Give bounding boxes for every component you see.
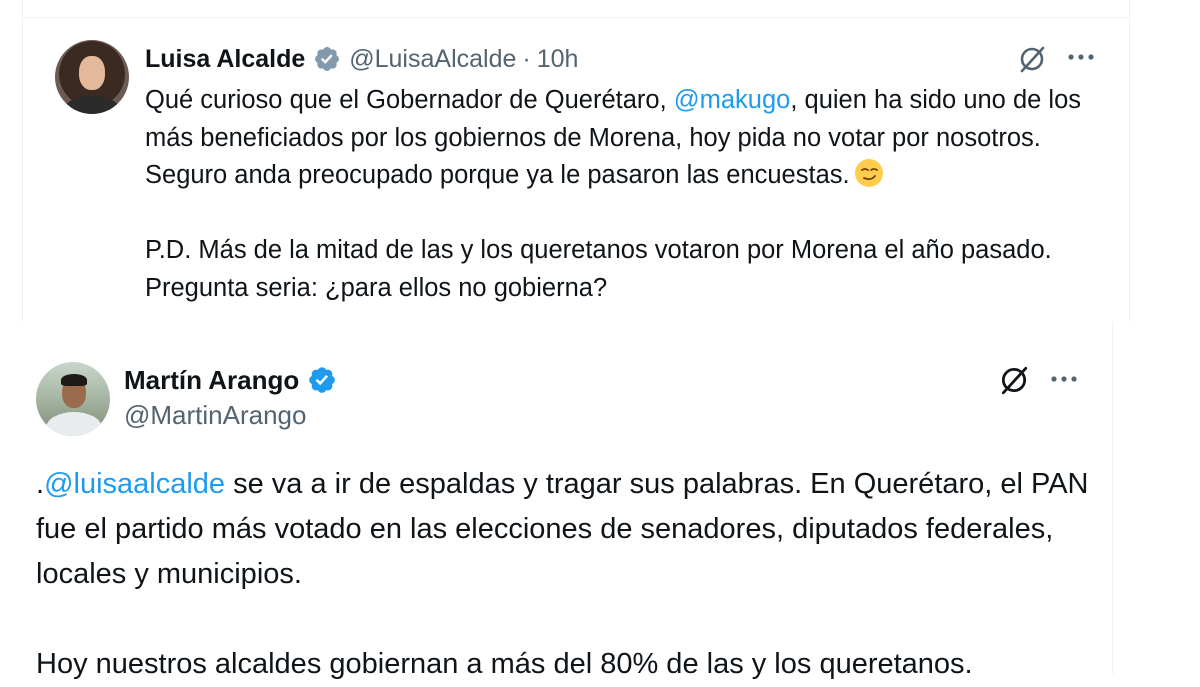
verified-badge-icon [309, 367, 336, 393]
mention-link[interactable]: @makugo [674, 86, 791, 114]
author-handle[interactable]: @LuisaAlcalde [349, 45, 516, 74]
tweet-luisa-alcalde[interactable]: Luisa Alcalde @LuisaAlcalde · 10h Qué cu… [22, 0, 1130, 322]
author-name[interactable]: Luisa Alcalde [145, 45, 305, 74]
timestamp[interactable]: 10h [537, 45, 579, 74]
tweet-martin-arango[interactable]: Martín Arango @MartinArango .@luisaalcal… [0, 322, 1113, 680]
separator: · [522, 44, 531, 73]
tweet-header: Luisa Alcalde @LuisaAlcalde · 10h [145, 42, 578, 76]
tweet-text: .@luisaalcalde se va a ir de espaldas y … [36, 468, 1089, 680]
more-options-icon[interactable] [1046, 364, 1082, 394]
grok-icon[interactable] [1017, 44, 1047, 74]
grok-icon[interactable] [998, 364, 1030, 396]
tweet-text: Qué curioso que el Gobernador de Queréta… [145, 86, 1081, 302]
verified-badge-icon [315, 47, 340, 71]
more-options-icon[interactable] [1063, 42, 1099, 72]
author-name[interactable]: Martín Arango [124, 365, 299, 396]
author-handle[interactable]: @MartinArango [124, 400, 306, 431]
smirking-face-icon [854, 159, 883, 187]
avatar[interactable] [55, 40, 129, 114]
tweet-header: Martín Arango [124, 362, 337, 398]
divider [23, 17, 1129, 18]
avatar[interactable] [36, 362, 110, 436]
mention-link[interactable]: @luisaalcalde [44, 468, 225, 500]
